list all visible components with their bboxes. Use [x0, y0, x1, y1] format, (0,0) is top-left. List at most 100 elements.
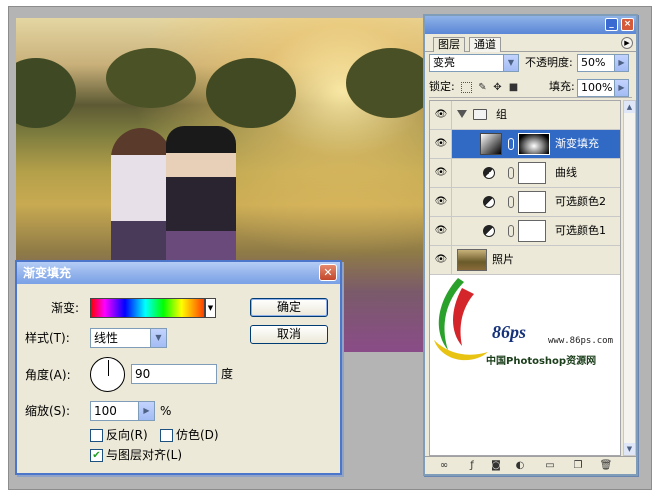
layer-mask-thumbnail[interactable] — [518, 133, 550, 155]
delete-layer-icon[interactable]: 🗑 — [599, 459, 613, 472]
layer-name: 可选颜色2 — [555, 195, 606, 208]
expand-triangle-icon[interactable] — [457, 110, 467, 118]
tree-shape — [346, 48, 424, 118]
tab-layers[interactable]: 图层 — [433, 37, 465, 52]
close-icon[interactable]: × — [621, 18, 634, 31]
scale-value: 100 — [94, 404, 117, 418]
photo-thumbnail[interactable] — [457, 249, 487, 271]
style-value: 线性 — [94, 331, 119, 345]
eye-icon[interactable]: 👁 — [434, 168, 448, 178]
layer-name: 曲线 — [555, 166, 577, 179]
tree-shape — [106, 48, 196, 108]
eye-cell[interactable]: 👁 — [430, 101, 452, 129]
layer-style-icon[interactable]: ƒ — [465, 459, 479, 472]
layer-mask-thumbnail[interactable] — [518, 162, 546, 184]
watermark-site: www.86ps.com — [548, 336, 614, 346]
scroll-down-icon[interactable]: ▼ — [624, 443, 635, 455]
dialog-title: 渐变填充 — [23, 266, 72, 280]
slider-arrow-icon[interactable]: ▶ — [614, 55, 628, 71]
lock-row: 锁定: ✎ ✥ ■ 填充: 100% ▶ — [429, 78, 632, 98]
adjustment-layer-icon[interactable] — [483, 167, 495, 179]
layer-mask-thumbnail[interactable] — [518, 191, 546, 213]
layer-row-group[interactable]: 👁 组 — [430, 101, 620, 130]
minimize-icon[interactable]: _ — [605, 18, 618, 31]
eye-icon[interactable]: 👁 — [434, 197, 448, 207]
angle-label: 角度(A): — [25, 368, 71, 382]
panel-menu-icon[interactable]: ▶ — [621, 37, 633, 49]
gradient-fill-thumbnail[interactable] — [480, 133, 502, 155]
adjustment-layer-icon[interactable] — [483, 225, 495, 237]
layer-name: 可选颜色1 — [555, 224, 606, 237]
layers-panel: _ × 图层 通道 ▶ 变亮 ▼ 不透明度: 50% ▶ 锁定: ✎ ✥ ■ 填… — [423, 14, 638, 476]
align-label[interactable]: 与图层对齐(L) — [106, 446, 182, 464]
eye-icon[interactable]: 👁 — [434, 255, 448, 265]
angle-dial[interactable] — [90, 357, 125, 392]
scroll-up-icon[interactable]: ▲ — [624, 101, 635, 113]
fill-field[interactable]: 100% ▶ — [577, 79, 629, 97]
blend-row: 变亮 ▼ 不透明度: 50% ▶ — [429, 54, 632, 76]
lock-move-icon[interactable]: ✥ — [492, 82, 503, 93]
eye-cell[interactable]: 👁 — [430, 188, 452, 216]
slider-arrow-icon[interactable]: ▶ — [614, 80, 628, 96]
scale-unit: % — [160, 404, 172, 418]
opacity-field[interactable]: 50% ▶ — [577, 54, 629, 72]
align-checkbox[interactable]: ✔ — [90, 449, 103, 462]
slider-arrow-icon[interactable]: ▶ — [138, 402, 154, 420]
eye-cell[interactable]: 👁 — [430, 159, 452, 187]
layer-name: 照片 — [492, 253, 514, 266]
dither-label[interactable]: 仿色(D) — [176, 426, 219, 444]
dialog-titlebar: 渐变填充 ✕ — [17, 262, 340, 284]
layer-row-curves[interactable]: 👁 曲线 — [430, 159, 620, 188]
link-chain-icon[interactable] — [508, 138, 514, 150]
layer-row-gradient-fill[interactable]: 👁 渐变填充 — [430, 130, 620, 159]
scale-input[interactable]: 100 ▶ — [90, 401, 155, 421]
reverse-checkbox[interactable] — [90, 429, 103, 442]
eye-icon[interactable]: 👁 — [434, 110, 448, 120]
eye-cell[interactable]: 👁 — [430, 130, 452, 158]
cancel-button[interactable]: 取消 — [250, 325, 328, 344]
eye-icon[interactable]: 👁 — [434, 226, 448, 236]
lock-brush-icon[interactable]: ✎ — [477, 82, 488, 93]
blend-mode-select[interactable]: 变亮 ▼ — [429, 54, 519, 72]
watermark-logo: 86ps www.86ps.com 中国Photoshop资源网 — [428, 270, 628, 380]
link-chain-icon[interactable] — [508, 196, 514, 208]
eye-icon[interactable]: 👁 — [434, 139, 448, 149]
lock-label: 锁定: — [429, 80, 455, 93]
layer-row-selective-color-2[interactable]: 👁 可选颜色2 — [430, 188, 620, 217]
link-chain-icon[interactable] — [508, 167, 514, 179]
dial-hand — [108, 360, 109, 376]
lock-transparency-icon[interactable] — [461, 82, 472, 93]
gradient-fill-dialog: 渐变填充 ✕ 渐变: ▼ 确定 取消 样式(T): 线性 ▼ 角度(A): 90… — [15, 260, 342, 475]
reverse-label[interactable]: 反向(R) — [106, 426, 148, 444]
gradient-picker[interactable] — [90, 298, 205, 318]
angle-unit: 度 — [221, 367, 234, 381]
close-icon[interactable]: ✕ — [319, 264, 337, 281]
opacity-label: 不透明度: — [525, 56, 573, 69]
blend-mode-value: 变亮 — [433, 56, 455, 69]
scale-label: 缩放(S): — [25, 404, 71, 418]
dither-checkbox[interactable] — [160, 429, 173, 442]
link-layers-icon[interactable]: ∞ — [437, 459, 451, 472]
gradient-label: 渐变: — [51, 301, 80, 315]
lock-all-icon[interactable]: ■ — [508, 82, 519, 93]
chevron-down-icon[interactable]: ▼ — [205, 298, 216, 318]
chevron-down-icon[interactable]: ▼ — [503, 55, 518, 71]
angle-input[interactable]: 90 — [131, 364, 217, 384]
link-chain-icon[interactable] — [508, 225, 514, 237]
new-adjustment-icon[interactable]: ◐ — [513, 459, 527, 472]
fill-label: 填充: — [549, 80, 575, 93]
layer-row-selective-color-1[interactable]: 👁 可选颜色1 — [430, 217, 620, 246]
new-group-icon[interactable]: ▭ — [543, 459, 557, 472]
ok-button[interactable]: 确定 — [250, 298, 328, 317]
style-select[interactable]: 线性 ▼ — [90, 328, 167, 348]
tab-channels[interactable]: 通道 — [469, 37, 501, 52]
adjustment-layer-icon[interactable] — [483, 196, 495, 208]
new-layer-icon[interactable]: ❐ — [571, 459, 585, 472]
tree-shape — [206, 58, 296, 128]
layer-mask-thumbnail[interactable] — [518, 220, 546, 242]
chevron-down-icon[interactable]: ▼ — [150, 329, 166, 347]
fill-value: 100% — [581, 81, 613, 94]
add-mask-icon[interactable]: ◙ — [489, 459, 503, 472]
eye-cell[interactable]: 👁 — [430, 217, 452, 245]
style-label: 样式(T): — [25, 331, 70, 345]
